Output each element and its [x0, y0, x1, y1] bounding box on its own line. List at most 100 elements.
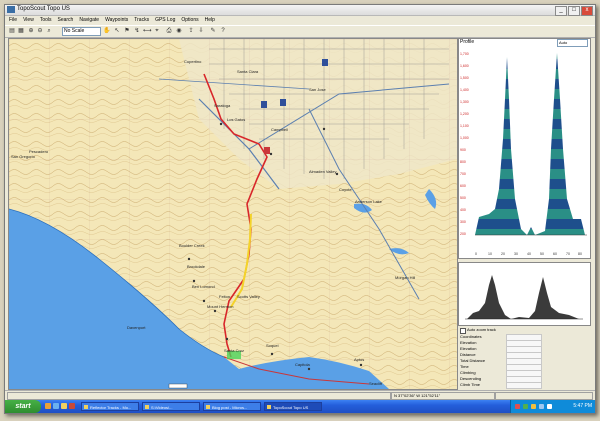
stat-value-field: [506, 382, 542, 389]
map-label: Los Gatos: [227, 117, 246, 122]
quicklaunch-icon[interactable]: [45, 403, 51, 409]
title-bar[interactable]: TopoScout Topo US _ □ x: [5, 5, 595, 16]
status-bar: N 37°02'36" W 121°52'11": [5, 390, 595, 400]
taskbar-item[interactable]: S:\Videos\...: [142, 402, 200, 411]
zoom-in-icon[interactable]: ⊕: [27, 27, 35, 35]
select-icon[interactable]: ↖: [113, 27, 121, 35]
profile-x-tick: 50: [540, 252, 544, 256]
taskbar-item[interactable]: Reflector Tracks - Mo...: [81, 402, 139, 411]
menu-help[interactable]: Help: [205, 16, 215, 25]
profile-chart: [475, 53, 587, 236]
zoom-out-icon[interactable]: ⊖: [36, 27, 44, 35]
zoom-fit-icon[interactable]: ⌕: [45, 27, 53, 35]
menu-tracks[interactable]: Tracks: [134, 16, 149, 25]
menu-file[interactable]: File: [9, 16, 17, 25]
profile-y-tick: 1,200: [460, 112, 469, 116]
help-icon[interactable]: ?: [219, 27, 227, 35]
pan-icon[interactable]: ✋: [103, 27, 111, 35]
download-icon[interactable]: ⇩: [197, 27, 205, 35]
auto-zoom-label: Auto zoom track: [467, 327, 496, 332]
gps-icon[interactable]: ◉: [175, 27, 183, 35]
map-label: San Gregorio: [11, 154, 35, 159]
find-icon[interactable]: ⌖: [153, 27, 161, 35]
start-button[interactable]: start: [5, 400, 41, 413]
open-icon[interactable]: ▤: [8, 27, 16, 35]
print-icon[interactable]: ⎙: [165, 27, 173, 35]
map-label: Felton: [219, 294, 231, 299]
tray-icon[interactable]: [531, 404, 536, 409]
menu-bar: File View Tools Search Navigate Waypoint…: [5, 16, 595, 25]
minimize-button[interactable]: _: [555, 6, 567, 16]
track-icon[interactable]: ✎: [209, 27, 217, 35]
maximize-button[interactable]: □: [568, 6, 580, 16]
window-title: TopoScout Topo US: [17, 6, 70, 12]
elevation-profile[interactable]: Profile Auto 1,700 1,600 1,500 1,400 1,3…: [458, 38, 591, 259]
profile-y-tick: 400: [460, 208, 466, 212]
quicklaunch-icon[interactable]: [69, 403, 75, 409]
profile-overview[interactable]: [458, 262, 591, 326]
map-label: San Jose: [309, 87, 326, 92]
profile-x-tick: 10: [488, 252, 492, 256]
menu-view[interactable]: View: [23, 16, 34, 25]
profile-x-tick: 0: [475, 252, 477, 256]
quicklaunch-icon[interactable]: [61, 403, 67, 409]
map-label: Davenport: [127, 325, 146, 330]
profile-y-tick: 1,400: [460, 88, 469, 92]
scale-dropdown[interactable]: No Scale: [62, 27, 101, 36]
task-icon: [84, 405, 88, 409]
map-label: Scotts Valley: [237, 294, 260, 299]
volume-icon[interactable]: [547, 404, 552, 409]
map-label: Saratoga: [214, 103, 231, 108]
map-label: Capitola: [295, 362, 310, 367]
profile-y-tick: 1,100: [460, 124, 469, 128]
map-label: Mount Hermon: [207, 304, 234, 309]
overview-chart: [465, 275, 583, 320]
quicklaunch-icon[interactable]: [53, 403, 59, 409]
close-button[interactable]: x: [581, 6, 593, 16]
taskbar-item-active[interactable]: TopoScout Topo US: [264, 402, 322, 411]
map-label: Ben Lomond: [192, 284, 215, 289]
map-canvas: [9, 39, 457, 389]
stat-label: Climb Time: [460, 382, 481, 387]
save-icon[interactable]: ▦: [17, 27, 25, 35]
profile-y-tick: 1,300: [460, 100, 469, 104]
profile-y-tick: 200: [460, 232, 466, 236]
measure-icon[interactable]: ⟷: [143, 27, 152, 35]
menu-waypoints[interactable]: Waypoints: [105, 16, 128, 25]
map-label: Santa Cruz: [224, 348, 245, 353]
taskbar-item[interactable]: Blog post - Micros...: [203, 402, 261, 411]
upload-icon[interactable]: ⇪: [187, 27, 195, 35]
profile-y-tick: 900: [460, 148, 466, 152]
route-icon[interactable]: ↯: [133, 27, 141, 35]
tray-icon[interactable]: [515, 404, 520, 409]
menu-options[interactable]: Options: [181, 16, 198, 25]
menu-gps-log[interactable]: GPS Log: [155, 16, 175, 25]
track-stats: Auto zoom track Coordinates Elevation El…: [458, 327, 589, 389]
profile-y-tick: 1,500: [460, 76, 469, 80]
menu-tools[interactable]: Tools: [40, 16, 52, 25]
map-label: Seacliff: [369, 381, 383, 386]
application-window: TopoScout Topo US _ □ x File View Tools …: [4, 4, 596, 414]
map-label: Coyote: [339, 187, 352, 192]
topo-map[interactable]: San Gregorio Pescadero Boulder Creek Bro…: [8, 38, 458, 390]
clock: 5:47 PM: [573, 403, 592, 409]
menu-search[interactable]: Search: [58, 16, 74, 25]
map-label: Santa Clara: [237, 69, 259, 74]
profile-x-tick: 60: [553, 252, 557, 256]
task-icon: [206, 405, 210, 409]
tray-icon[interactable]: [539, 404, 544, 409]
profile-y-tick: 500: [460, 196, 466, 200]
map-label: Brookdale: [187, 264, 206, 269]
profile-x-tick: 80: [578, 252, 582, 256]
map-label: Cupertino: [184, 59, 202, 64]
profile-x-tick: 20: [501, 252, 505, 256]
profile-y-tick: 700: [460, 172, 466, 176]
map-label: Pescadero: [29, 149, 49, 154]
menu-navigate[interactable]: Navigate: [79, 16, 99, 25]
map-label: Boulder Creek: [179, 243, 205, 248]
profile-y-tick: 300: [460, 220, 466, 224]
waypoint-icon[interactable]: ⚑: [123, 27, 131, 35]
tray-icon[interactable]: [523, 404, 528, 409]
system-tray: 5:47 PM: [510, 400, 595, 413]
profile-y-tick: 1,700: [460, 52, 469, 56]
